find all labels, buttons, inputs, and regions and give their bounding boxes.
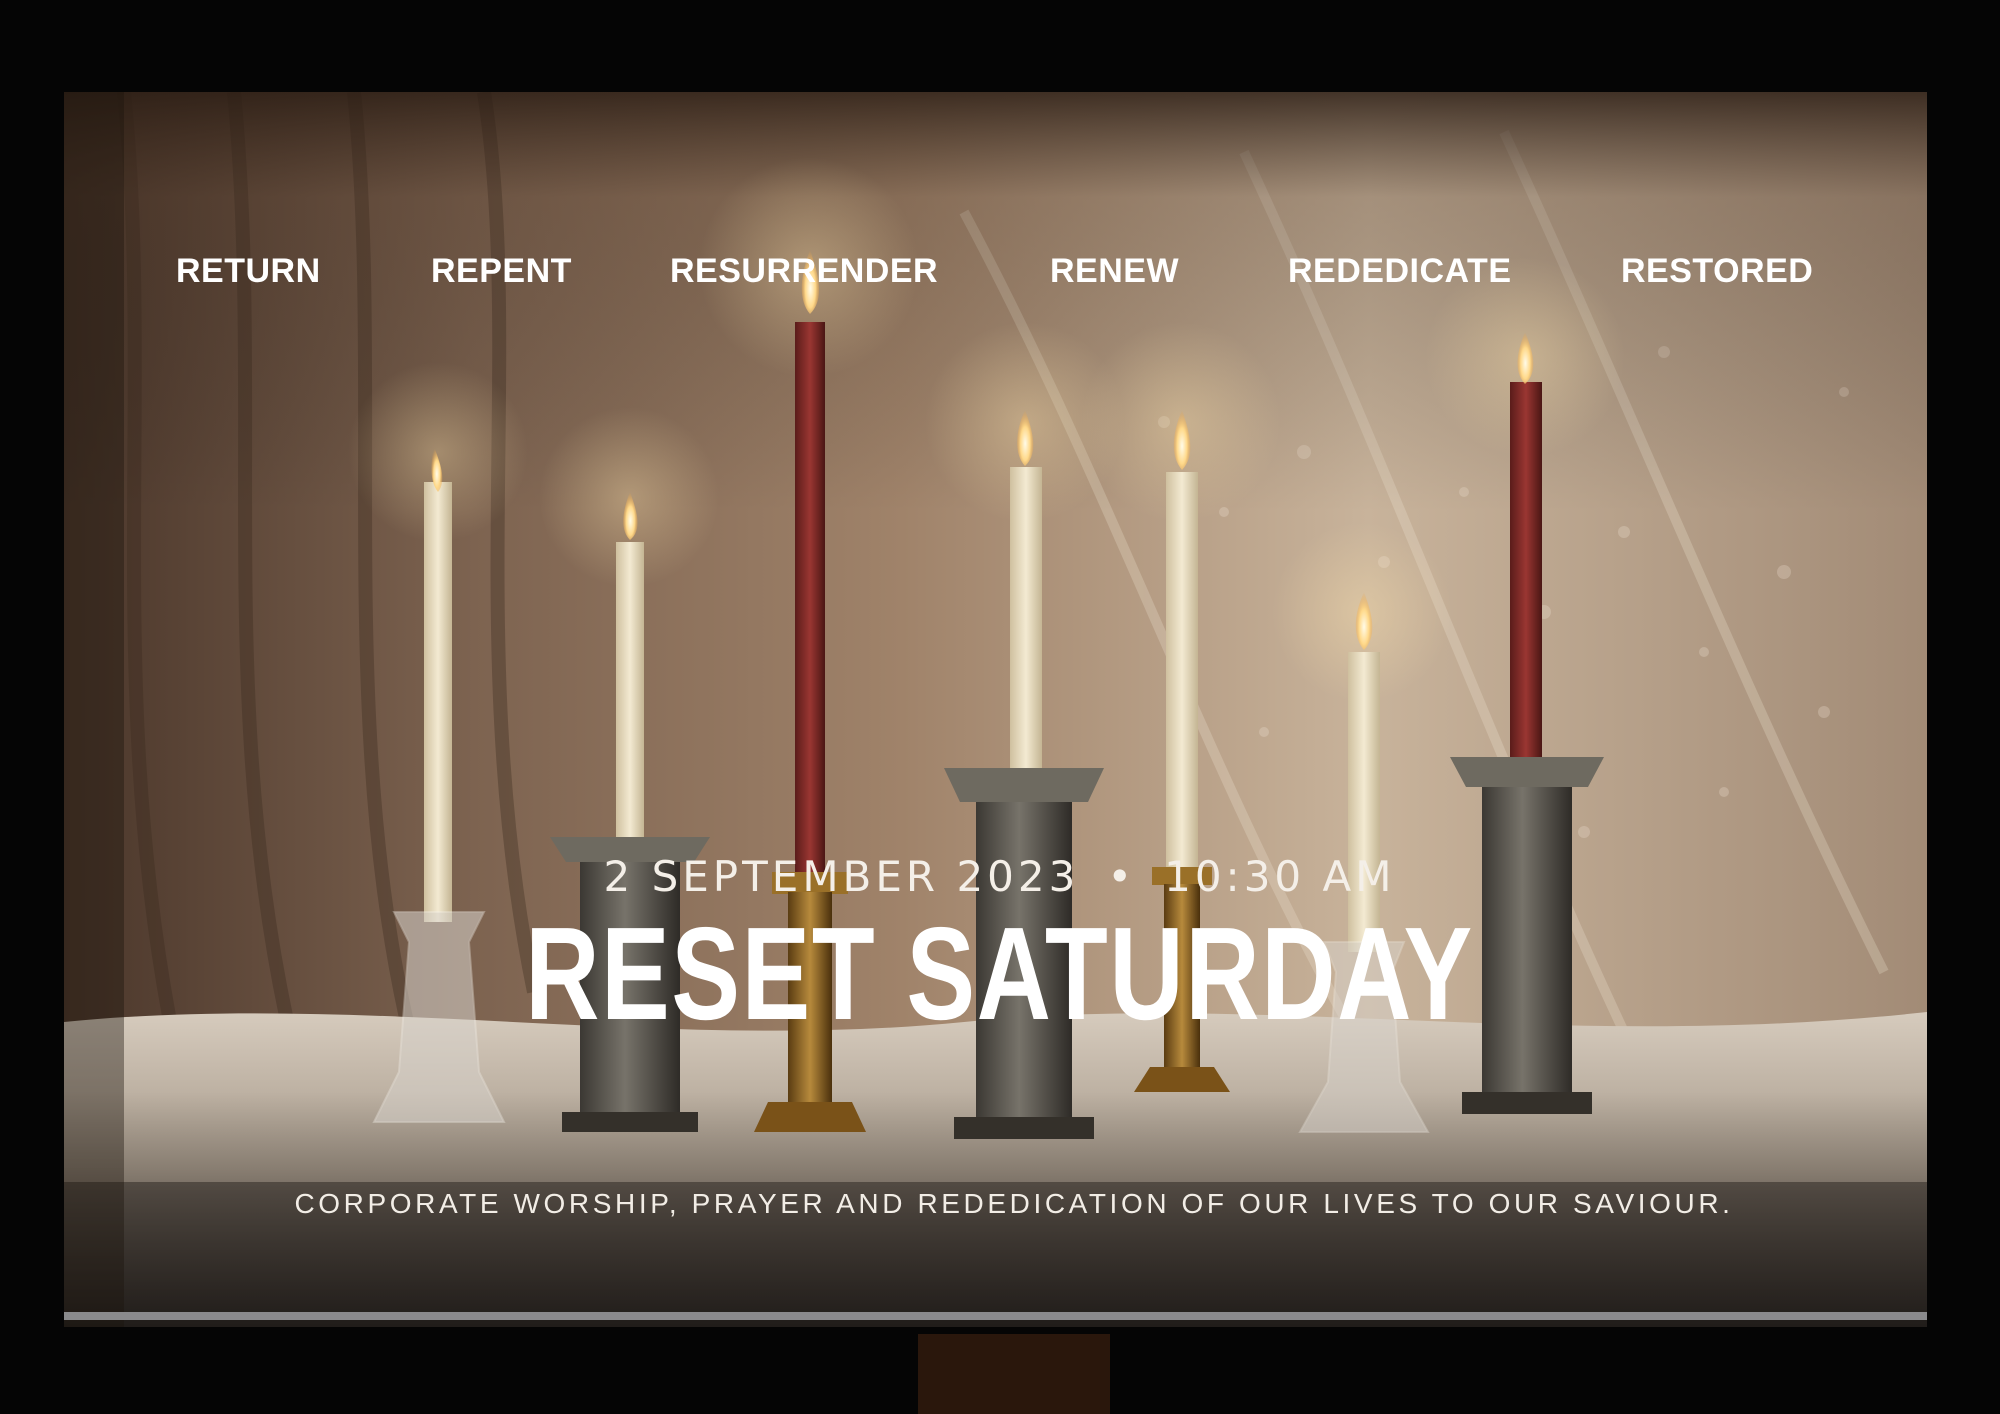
event-time: 10:30 AM: [1164, 852, 1396, 901]
nav-item-restored[interactable]: RESTORED: [1621, 252, 1813, 291]
nav-item-return[interactable]: RETURN: [176, 252, 321, 291]
event-date: 2 SEPTEMBER 2023: [603, 852, 1080, 901]
pillar-nav: RETURN REPENT RESURRENDER RENEW REDEDICA…: [64, 252, 1927, 302]
event-title: RESET SATURDAY: [525, 900, 1474, 1047]
nav-item-repent[interactable]: REPENT: [431, 252, 572, 291]
bottom-stand: [918, 1334, 1110, 1414]
hero-banner: RETURN REPENT RESURRENDER RENEW REDEDICA…: [64, 92, 1927, 1327]
event-tagline: CORPORATE WORSHIP, PRAYER AND REDEDICATI…: [294, 1188, 1734, 1219]
nav-item-renew[interactable]: RENEW: [1050, 252, 1179, 291]
separator-dot: •: [1107, 852, 1137, 901]
nav-item-resurrender[interactable]: RESURRENDER: [670, 252, 938, 291]
nav-item-rededicate[interactable]: REDEDICATE: [1288, 252, 1512, 291]
event-datetime: 2 SEPTEMBER 2023 • 10:30 AM: [0, 852, 1999, 901]
bottom-divider: [64, 1312, 1927, 1320]
